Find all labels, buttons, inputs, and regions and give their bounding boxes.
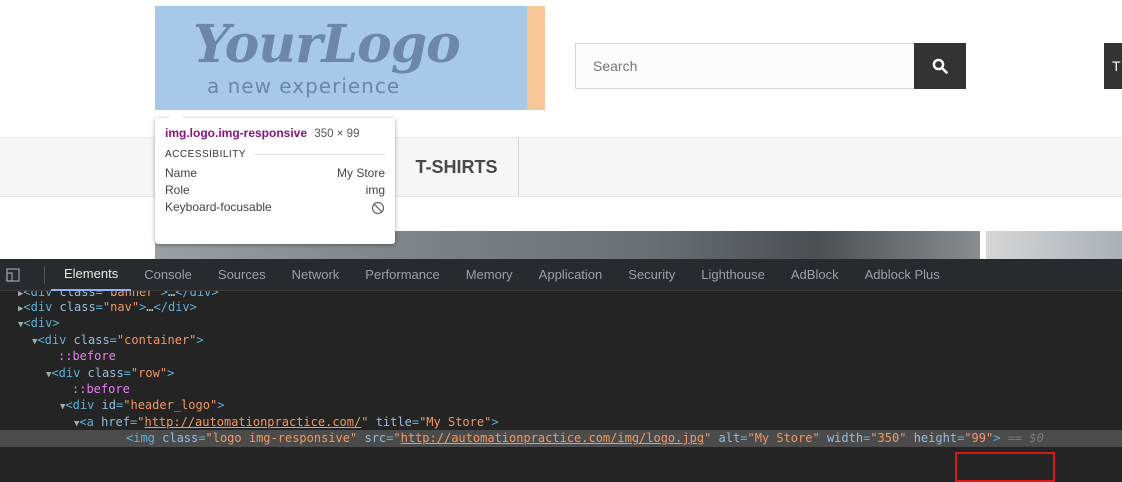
dom-tree: ▶<div class="banner">…</div> ▶<div class… [0, 291, 1122, 447]
device-toggle-icon[interactable] [4, 259, 22, 291]
dom-link-title: My Store [426, 414, 485, 429]
dom-ellipsis: … [146, 300, 154, 314]
dom-node-div[interactable]: ▼<div> [0, 315, 1122, 331]
dom-img-class: logo img-responsive [212, 431, 350, 446]
dom-row-class: row [138, 365, 160, 380]
dom-container-class: container [124, 332, 190, 347]
search-icon [932, 58, 948, 74]
tab-elements[interactable]: Elements [51, 259, 132, 291]
tab-adblock-plus[interactable]: Adblock Plus [852, 259, 953, 291]
tooltip-header: img.logo.img-responsive 350 × 99 [165, 126, 385, 140]
dom-nav-class: nav [110, 300, 132, 314]
dom-node-banner[interactable]: ▶<div class="banner">…</div> [0, 291, 1122, 299]
menu-item-tshirts[interactable]: T-SHIRTS [395, 138, 519, 196]
store-logo[interactable]: YourLogo a new experience [155, 6, 545, 110]
search-button[interactable] [914, 43, 966, 89]
dom-node-container[interactable]: ▼<div class="container"> [0, 332, 1122, 348]
dom-selection-marker: == $0 [1007, 431, 1044, 446]
dom-img-width: 350 [877, 431, 900, 446]
dom-node-anchor[interactable]: ▼<a href="http://automationpractice.com/… [0, 414, 1122, 430]
dom-node-img-selected[interactable]: <img class="logo img-responsive" src="ht… [0, 430, 1122, 447]
dom-img-alt: My Store [754, 431, 813, 446]
dom-pseudo-before-2[interactable]: ::before [0, 381, 1122, 397]
logo-script-text: YourLogo [193, 14, 461, 75]
tooltip-row-value: img [365, 183, 385, 197]
devtools-panel: Elements Console Sources Network Perform… [0, 259, 1122, 482]
dom-banner-class: banner [110, 291, 154, 299]
dom-img-src-link[interactable]: http://automationpractice.com/img/logo.j… [401, 431, 704, 445]
tab-lighthouse[interactable]: Lighthouse [688, 259, 778, 291]
dom-node-header-logo[interactable]: ▼<div id="header_logo"> [0, 397, 1122, 413]
dom-node-row[interactable]: ▼<div class="row"> [0, 365, 1122, 381]
dom-header-id: header_logo [130, 398, 210, 413]
tab-performance[interactable]: Performance [352, 259, 452, 291]
dom-pseudo-before-1[interactable]: ::before [0, 348, 1122, 364]
tab-application[interactable]: Application [526, 259, 616, 291]
dom-img-height: 99 [971, 431, 986, 446]
tooltip-row-label: Keyboard-focusable [165, 200, 272, 214]
search-input[interactable] [575, 43, 916, 89]
tooltip-row-name: Name My Store [165, 165, 385, 182]
logo-accent-stripe [527, 6, 545, 110]
devtools-tabbar: Elements Console Sources Network Perform… [0, 259, 1122, 291]
dom-href-link[interactable]: http://automationpractice.com/ [144, 415, 361, 429]
not-focusable-icon [371, 201, 385, 215]
tooltip-row-label: Role [165, 183, 190, 197]
logo-tagline: a new experience [207, 74, 401, 98]
cart-button-edge[interactable]: T [1104, 43, 1122, 89]
dom-pseudo-label: ::before [58, 349, 116, 364]
inspector-tooltip: img.logo.img-responsive 350 × 99 ACCESSI… [155, 111, 395, 244]
side-banner-image [986, 231, 1122, 259]
tooltip-row-role: Role img [165, 182, 385, 199]
tab-adblock[interactable]: AdBlock [778, 259, 852, 291]
tab-console[interactable]: Console [131, 259, 205, 291]
tooltip-selector: img.logo.img-responsive [165, 126, 308, 140]
tooltip-row-label: Name [165, 166, 198, 180]
tab-sources[interactable]: Sources [205, 259, 279, 291]
tooltip-section-accessibility: ACCESSIBILITY [165, 149, 385, 160]
dom-node-nav[interactable]: ▶<div class="nav">…</div> [0, 299, 1122, 315]
tab-separator [44, 265, 45, 284]
tab-network[interactable]: Network [279, 259, 353, 291]
tooltip-dimensions: 350 × 99 [314, 128, 360, 140]
tab-memory[interactable]: Memory [453, 259, 526, 291]
tooltip-row-keyboard-focusable: Keyboard-focusable [165, 199, 385, 216]
dom-pseudo-label: ::before [72, 381, 130, 396]
tab-security[interactable]: Security [615, 259, 688, 291]
tooltip-row-value: My Store [336, 166, 385, 180]
